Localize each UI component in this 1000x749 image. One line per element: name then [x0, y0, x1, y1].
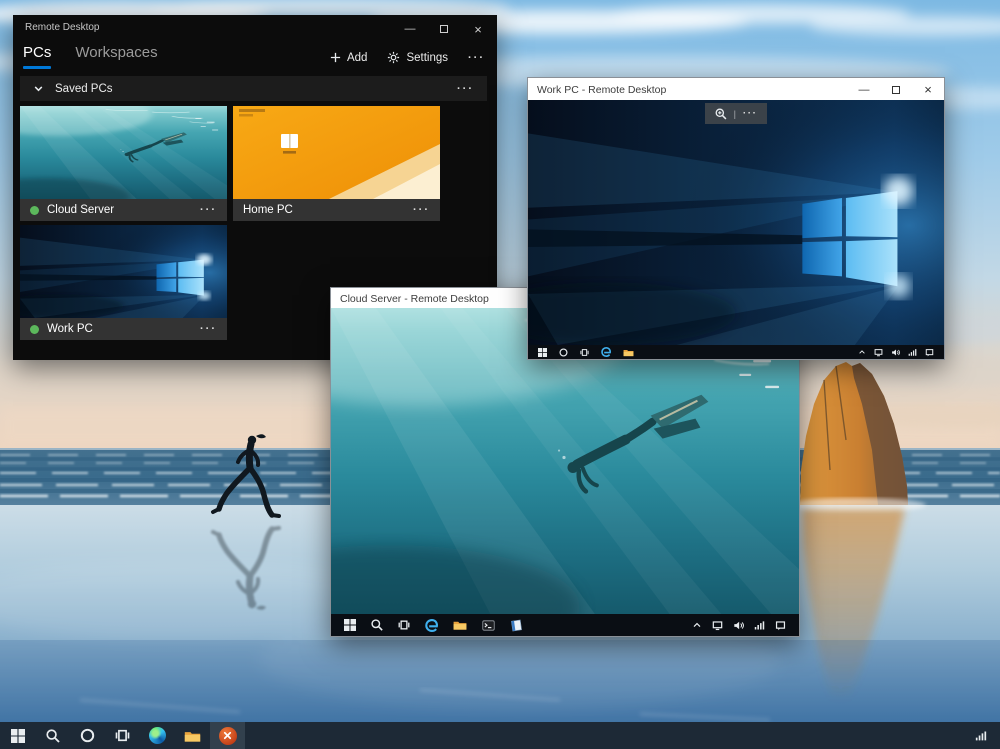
task-view-icon[interactable] [398, 619, 410, 631]
file-explorer-icon[interactable] [453, 619, 467, 631]
edge-icon[interactable] [601, 347, 611, 357]
app-more-button[interactable]: ··· [468, 52, 485, 64]
remote-desktop-app-button[interactable] [210, 722, 245, 749]
document-icon[interactable] [510, 619, 523, 632]
search-button[interactable] [35, 722, 70, 749]
app-window-title: Remote Desktop [25, 22, 99, 33]
start-button[interactable] [0, 722, 35, 749]
session-more-button[interactable]: ··· [743, 108, 758, 119]
start-icon[interactable] [344, 619, 356, 631]
minimize-button[interactable]: — [848, 78, 880, 101]
pc-more-button[interactable]: ··· [200, 204, 217, 216]
search-icon[interactable] [371, 619, 383, 631]
action-center-icon[interactable] [775, 620, 786, 631]
close-button[interactable]: × [461, 17, 495, 41]
tab-workspaces[interactable]: Workspaces [75, 44, 157, 69]
network-signal-icon[interactable] [975, 730, 987, 742]
online-status-dot [30, 325, 39, 334]
add-button[interactable]: Add [330, 52, 367, 64]
edge-icon[interactable] [425, 619, 438, 632]
saved-pcs-label: Saved PCs [55, 83, 113, 95]
work-window-title: Work PC - Remote Desktop [537, 84, 666, 96]
file-explorer-button[interactable] [175, 722, 210, 749]
work-session-screen[interactable]: | ··· [528, 100, 944, 345]
zoom-magnifier-icon[interactable] [715, 108, 727, 120]
saved-pcs-group-header[interactable]: Saved PCs ··· [20, 76, 487, 101]
gear-icon [387, 51, 400, 64]
chevron-up-icon[interactable] [692, 620, 702, 630]
system-tray [975, 730, 1000, 742]
pc-card-home-pc[interactable]: Home PC ··· [233, 106, 440, 221]
volume-icon[interactable] [891, 348, 900, 357]
maximize-icon [892, 86, 900, 94]
desktop: Remote Desktop — × PCs Workspaces Add Se… [0, 0, 1000, 749]
file-explorer-icon [184, 729, 201, 743]
pc-card-cloud-server[interactable]: Cloud Server ··· [20, 106, 227, 221]
work-window-titlebar[interactable]: Work PC - Remote Desktop — × [528, 78, 944, 101]
pc-more-button[interactable]: ··· [413, 204, 430, 216]
maximize-icon [440, 25, 448, 33]
search-icon [46, 729, 60, 743]
maximize-button[interactable] [427, 17, 461, 41]
task-view-icon[interactable] [580, 348, 589, 357]
app-tabs: PCs Workspaces [23, 44, 158, 69]
remote-desktop-icon [219, 727, 237, 745]
toolbar-divider: | [734, 109, 736, 119]
chevron-up-icon[interactable] [858, 348, 866, 356]
tab-pcs[interactable]: PCs [23, 44, 51, 69]
saved-pcs-more-button[interactable]: ··· [457, 83, 474, 95]
edge-button[interactable] [140, 722, 175, 749]
work-pc-thumbnail [20, 225, 227, 318]
display-icon[interactable] [874, 348, 883, 357]
pc-name: Cloud Server [47, 204, 114, 216]
maximize-button[interactable] [880, 78, 912, 101]
chevron-down-icon [33, 83, 44, 94]
start-icon[interactable] [538, 348, 547, 357]
edge-icon [149, 727, 166, 744]
online-status-dot [30, 206, 39, 215]
work-session-taskbar [528, 345, 944, 359]
pc-name: Home PC [243, 204, 293, 216]
pc-card-work-pc[interactable]: Work PC ··· [20, 225, 227, 340]
network-icon[interactable] [754, 620, 765, 631]
file-explorer-icon[interactable] [623, 348, 634, 357]
home-pc-thumbnail [233, 106, 440, 199]
close-button[interactable]: × [912, 78, 944, 101]
network-icon[interactable] [908, 348, 917, 357]
volume-icon[interactable] [733, 620, 744, 631]
action-center-icon[interactable] [925, 348, 934, 357]
start-icon [11, 729, 25, 743]
cloud-session-taskbar [331, 614, 799, 636]
session-toolbar: | ··· [705, 103, 767, 124]
minimize-button[interactable]: — [393, 17, 427, 41]
plus-icon [330, 52, 341, 63]
task-view-icon [115, 728, 130, 743]
cortana-icon [80, 728, 95, 743]
cortana-button[interactable] [70, 722, 105, 749]
pc-name: Work PC [47, 323, 93, 335]
cloud-server-thumbnail [20, 106, 227, 199]
work-pc-session-window: Work PC - Remote Desktop — × | ··· [527, 77, 945, 360]
command-prompt-icon[interactable] [482, 619, 495, 632]
display-icon[interactable] [712, 620, 723, 631]
settings-button[interactable]: Settings [387, 51, 448, 64]
cortana-icon[interactable] [559, 348, 568, 357]
pc-more-button[interactable]: ··· [200, 323, 217, 335]
windows-taskbar [0, 722, 1000, 749]
task-view-button[interactable] [105, 722, 140, 749]
cloud-window-title: Cloud Server - Remote Desktop [340, 293, 489, 305]
